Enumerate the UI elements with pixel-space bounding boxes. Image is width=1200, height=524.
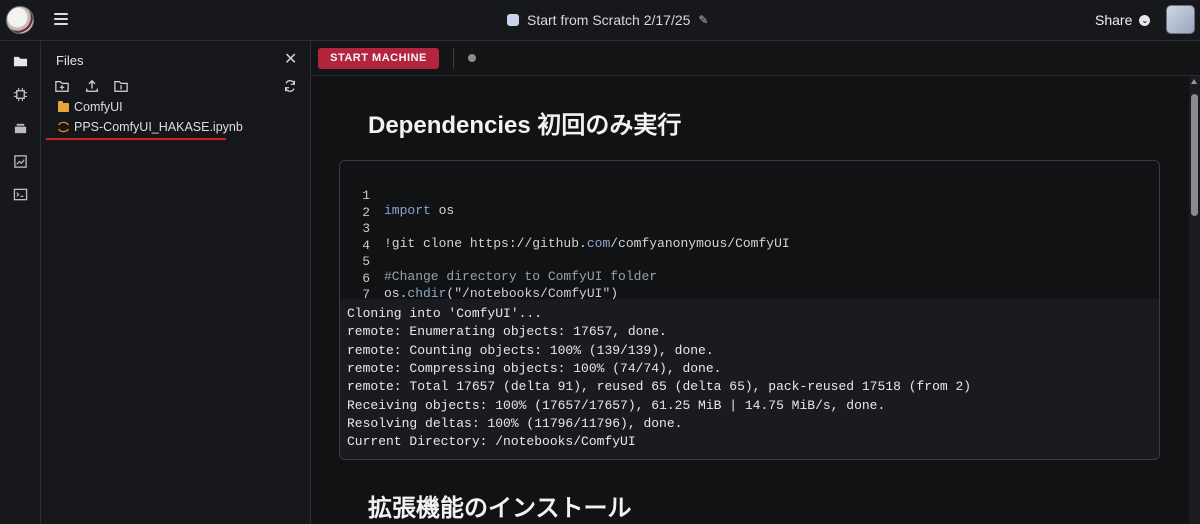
new-folder-icon[interactable] [55, 79, 69, 93]
start-machine-button[interactable]: START MACHINE [318, 48, 439, 69]
output-line: Cloning into 'ComfyUI'... [347, 306, 543, 321]
markdown-heading: 拡張機能のインストール [368, 495, 632, 522]
output-line: Current Directory: /notebooks/ComfyUI [347, 434, 636, 449]
upload-icon[interactable] [85, 79, 99, 93]
folder-icon [58, 100, 69, 112]
code-line: 6 os.chdir("/notebooks/ComfyUI") [340, 256, 618, 301]
code-text: #Change directory to ComfyUI folder [384, 269, 658, 284]
code-token: com [586, 236, 611, 251]
terminal-icon[interactable] [13, 187, 28, 202]
code-line: 7 print("Current Directory:", os.getcwd(… [340, 272, 696, 317]
app-logo[interactable] [6, 6, 34, 34]
output-line: remote: Total 17657 (delta 91), reused 6… [347, 379, 972, 394]
code-cell[interactable]: 1 import os 2 3 !git clone https://githu… [339, 160, 1160, 460]
jupyter-notebook-icon [58, 121, 69, 133]
code-text: !git clone https://github.com/comfyanony… [384, 236, 790, 251]
chart-icon[interactable] [13, 154, 28, 169]
code-line: 5 #Change directory to ComfyUI folder [340, 239, 657, 284]
output-line: Resolving deltas: 100% (11796/11796), do… [347, 416, 683, 431]
output-line: remote: Counting objects: 100% (139/139)… [347, 343, 714, 358]
machine-status-indicator [468, 54, 476, 62]
notebook-title[interactable]: Start from Scratch 2/17/25 [527, 12, 690, 28]
output-line: Receiving objects: 100% (17657/17657), 6… [347, 398, 886, 413]
code-line: 2 [340, 190, 402, 220]
notebook-icon [507, 14, 519, 26]
edit-icon[interactable]: ✎ [698, 13, 708, 27]
vertical-scrollbar[interactable] [1189, 76, 1200, 524]
file-item-label: PPS-ComfyUI_HAKASE.ipynb [74, 120, 243, 134]
notebook-title-group[interactable]: Start from Scratch 2/17/25 ✎ [507, 10, 708, 30]
top-bar: Start from Scratch 2/17/25 ✎ Share ⌄ [0, 0, 1200, 41]
code-editor[interactable]: 1 import os 2 3 !git clone https://githu… [340, 161, 1159, 317]
cpu-icon[interactable] [13, 87, 28, 102]
cell-output: Cloning into 'ComfyUI'... remote: Enumer… [340, 299, 1159, 459]
close-icon[interactable]: ✕ [284, 52, 297, 68]
toolbar-divider [453, 48, 454, 69]
code-line: 1 import os [340, 173, 454, 218]
share-button[interactable]: Share ⌄ [1095, 12, 1151, 28]
files-panel-title: Files [56, 53, 84, 68]
annotation-underline [46, 138, 226, 140]
refresh-icon[interactable] [283, 79, 297, 93]
output-line: remote: Enumerating objects: 17657, done… [347, 324, 667, 339]
files-panel: Files ✕ ComfyUI PPS-ComfyUI_HAKASE.ipynb [41, 41, 311, 524]
scrollbar-thumb[interactable] [1191, 94, 1198, 216]
code-line: 3 !git clone https://github.com/comfyano… [340, 206, 790, 251]
notebook-area: START MACHINE Dependencies 初回のみ実行 1 impo… [311, 41, 1200, 524]
new-file-icon[interactable] [114, 79, 128, 93]
menu-icon[interactable] [54, 13, 68, 25]
icon-rail [0, 41, 41, 524]
file-item-notebook[interactable]: PPS-ComfyUI_HAKASE.ipynb [58, 118, 243, 136]
scroll-up-icon[interactable] [1191, 79, 1197, 84]
share-chevron-icon: ⌄ [1139, 14, 1151, 26]
markdown-heading: Dependencies 初回のみ実行 [368, 112, 682, 139]
file-item-label: ComfyUI [74, 100, 123, 114]
notebook-toolbar: START MACHINE [311, 41, 1200, 76]
folder-icon[interactable] [13, 54, 28, 69]
share-label: Share [1095, 12, 1133, 28]
output-line: remote: Compressing objects: 100% (74/74… [347, 361, 722, 376]
file-item-folder[interactable]: ComfyUI [58, 98, 123, 116]
code-line: 4 [340, 223, 402, 253]
stack-icon[interactable] [13, 121, 28, 136]
user-avatar[interactable] [1166, 5, 1195, 34]
